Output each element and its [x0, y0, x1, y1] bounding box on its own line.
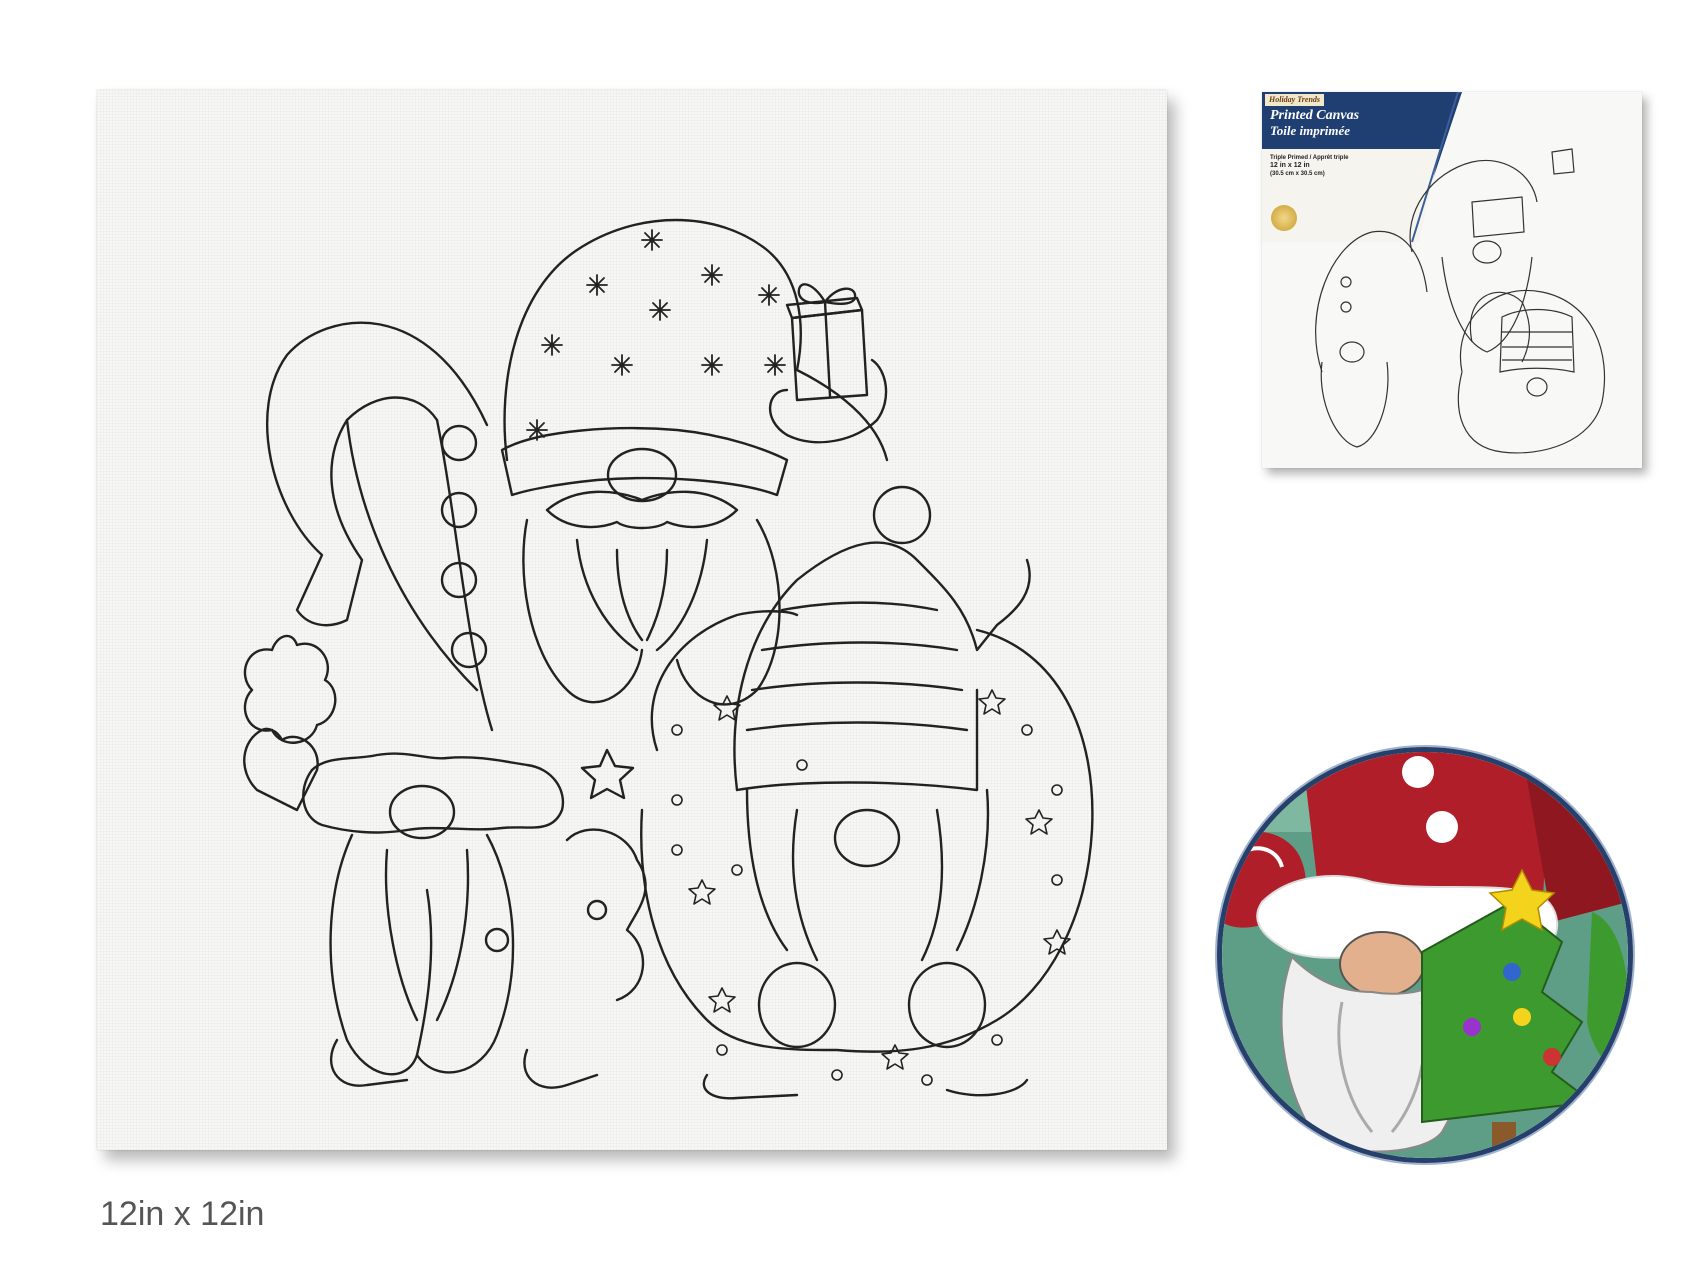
primed-text: Triple Primed / Apprêt triple — [1270, 155, 1349, 161]
painted-gnome-closeup-icon — [1222, 752, 1628, 1158]
size-inches: 12 in x 12 in — [1270, 162, 1310, 169]
size-caption: 12in x 12in — [100, 1195, 265, 1233]
package-title: Printed Canvas — [1270, 108, 1360, 123]
gnome-trio-thumbnail-icon — [1262, 92, 1606, 454]
brand-tag: Holiday Trends — [1265, 94, 1325, 106]
gnome-trio-outline-icon — [243, 218, 1094, 1100]
package-title-french: Toile imprimée — [1270, 123, 1351, 138]
package-info: Triple Primed / Apprêt triple 12 in x 12… — [1270, 154, 1348, 178]
quality-seal-icon — [1271, 205, 1297, 231]
detail-closeup — [1217, 747, 1633, 1163]
printed-canvas — [97, 90, 1167, 1150]
size-cm: (30.5 cm x 30.5 cm) — [1270, 171, 1325, 177]
package-thumbnail: Holiday Trends Printed Canvas Toile impr… — [1262, 92, 1642, 468]
